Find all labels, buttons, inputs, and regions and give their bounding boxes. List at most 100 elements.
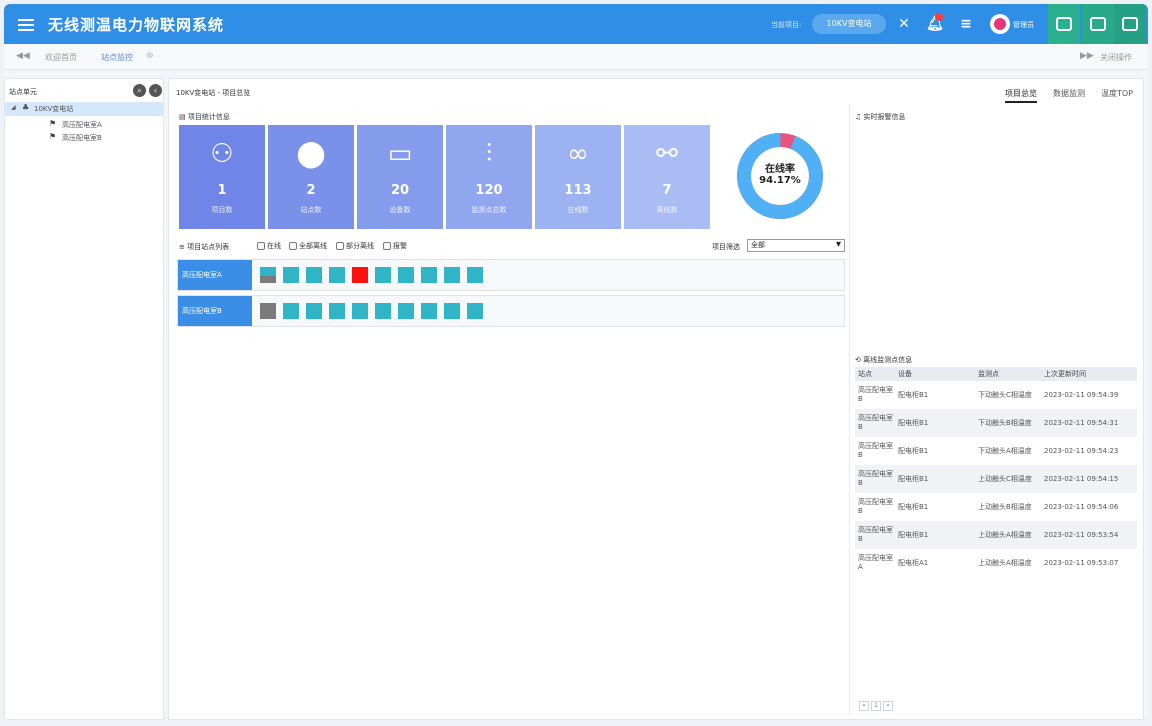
divider: [849, 105, 850, 715]
user-avatar[interactable]: [990, 14, 1010, 34]
table-cell: 下动触头A相温度: [978, 446, 1032, 455]
device-status-block[interactable]: [329, 303, 345, 319]
stat-label: 项目数: [211, 206, 233, 214]
device-status-block[interactable]: [329, 267, 345, 283]
device-status-block[interactable]: [352, 303, 368, 319]
online-rate-value: 94.17%: [759, 175, 801, 186]
table-cell: 配电柜B1: [898, 502, 929, 511]
station-row[interactable]: 高压配电室A: [177, 259, 845, 291]
stat-label: 在线数: [567, 206, 589, 214]
station-name[interactable]: 高压配电室B: [178, 296, 252, 326]
table-row[interactable]: 高压配电室A 配电柜A1 上动触头A相温度 2023-02-11 09:53:07: [855, 549, 1137, 577]
station-row[interactable]: 高压配电室B: [177, 295, 845, 327]
tab-welcome[interactable]: 欢迎首页: [45, 52, 77, 63]
offline-points-title: ⟲ 离线监测点信息: [855, 356, 913, 364]
table-row[interactable]: 高压配电室B 配电柜B1 下动触头C相温度 2023-02-11 09:54:39: [855, 381, 1137, 409]
device-status-block[interactable]: [260, 303, 276, 319]
current-project-selector[interactable]: 10KV变电站: [812, 14, 886, 34]
stat-tile[interactable]: ⫶ 120 监测点总数: [446, 125, 532, 229]
device-status-block[interactable]: [398, 303, 414, 319]
stat-tile[interactable]: ▭ 20 设备数: [357, 125, 443, 229]
search-icon[interactable]: ⌕: [133, 84, 146, 97]
device-status-block[interactable]: [398, 267, 414, 283]
filter-all-offline-checkbox[interactable]: 全部离线: [289, 241, 327, 251]
message-button[interactable]: [1082, 4, 1114, 44]
app-switch-button[interactable]: [1114, 4, 1146, 44]
stat-label: 站点数: [300, 206, 322, 214]
fullscreen-icon[interactable]: ✕: [894, 14, 914, 34]
stat-tile[interactable]: ⬤ 2 站点数: [268, 125, 354, 229]
device-status-block[interactable]: [421, 267, 437, 283]
top-header: 无线测温电力物联网系统 当前项目: 10KV变电站 ✕ 🔔︎ ≡ 管理员: [4, 4, 1148, 44]
tab-scroll-right-icon[interactable]: ▶▶: [1080, 51, 1094, 61]
tree-node-label: 10KV变电站: [34, 105, 74, 113]
device-status-block[interactable]: [283, 267, 299, 283]
table-row[interactable]: 高压配电室B 配电柜B1 上动触头A相温度 2023-02-11 09:53:54: [855, 521, 1137, 549]
table-cell: 高压配电室A: [858, 554, 893, 571]
device-status-block[interactable]: [283, 303, 299, 319]
tree-node-root[interactable]: ◢ ♣ 10KV变电站: [5, 102, 163, 116]
table-cell: 下动触头B相温度: [975, 409, 1041, 437]
filter-alarm-checkbox[interactable]: 报警: [383, 241, 407, 251]
device-status-block[interactable]: [444, 303, 460, 319]
filter-partial-offline-checkbox[interactable]: 部分离线: [336, 241, 374, 251]
device-status-block[interactable]: [444, 267, 460, 283]
device-status-block[interactable]: [421, 303, 437, 319]
sliders-icon: ⫶: [485, 139, 493, 169]
tree-node-child[interactable]: ⚑ 高压配电室A: [5, 119, 163, 131]
table-cell: 上动触头A相温度: [975, 521, 1041, 549]
filter-online-checkbox[interactable]: 在线: [257, 241, 281, 251]
device-status-block[interactable]: [306, 303, 322, 319]
admin-name[interactable]: 管理员: [1013, 20, 1034, 30]
expand-arrow-icon[interactable]: ◢: [11, 104, 16, 111]
tab-project-overview[interactable]: 项目总览: [1005, 88, 1037, 103]
stat-value: 113: [564, 183, 592, 198]
stat-label: 监测点总数: [471, 206, 507, 214]
tab-temperature-top[interactable]: 温度TOP: [1101, 88, 1133, 99]
tab-station-monitor[interactable]: 站点监控: [101, 52, 133, 63]
menu-toggle-icon[interactable]: [18, 16, 34, 32]
screen-view-button[interactable]: [1048, 4, 1080, 44]
tab-scroll-left-icon[interactable]: ◀◀: [16, 51, 30, 61]
device-status-block[interactable]: [352, 267, 368, 283]
page-next-button[interactable]: »: [883, 701, 893, 711]
chat-icon: [1090, 17, 1106, 31]
station-name[interactable]: 高压配电室A: [178, 260, 252, 290]
device-status-block[interactable]: [467, 267, 483, 283]
column-header: 站点: [855, 367, 895, 381]
notification-bell-icon[interactable]: 🔔︎: [925, 13, 945, 34]
tab-data-monitor[interactable]: 数据监测: [1053, 88, 1085, 99]
tree-node-child[interactable]: ⚑ 高压配电室B: [5, 132, 163, 144]
offline-points-table: 站点 设备 监测点 上次更新时间 高压配电室B 配电柜B1 下动触头C相温度 2023…: [855, 367, 1137, 577]
device-status-block[interactable]: [467, 303, 483, 319]
stat-tile[interactable]: ∞ 113 在线数: [535, 125, 621, 229]
app-window: 无线测温电力物联网系统 当前项目: 10KV变电站 ✕ 🔔︎ ≡ 管理员 ◀◀ …: [4, 4, 1148, 720]
location-pin-icon: ⬤: [296, 139, 326, 169]
tree-node-label: 高压配电室A: [62, 121, 102, 129]
main-content: 10KV变电站 - 项目总览 项目总览 数据监测 温度TOP ▤ 项目统计信息 …: [168, 78, 1144, 720]
close-operations-button[interactable]: 关闭操作: [1100, 52, 1132, 63]
collapse-left-icon[interactable]: ‹: [149, 84, 162, 97]
device-status-block[interactable]: [260, 267, 276, 283]
device-status-block[interactable]: [306, 267, 322, 283]
sitemap-icon: ♣: [22, 103, 30, 112]
device-status-block[interactable]: [375, 267, 391, 283]
page-prev-button[interactable]: «: [859, 701, 869, 711]
pagination: « 1 »: [859, 701, 893, 711]
table-row[interactable]: 高压配电室B 配电柜B1 上动触头B相温度 2023-02-11 09:54:06: [855, 493, 1137, 521]
stat-tile[interactable]: ⚯ 7 离线数: [624, 125, 710, 229]
monitor-icon: [1056, 17, 1072, 31]
table-cell: 高压配电室B: [858, 386, 893, 403]
list-menu-icon[interactable]: ≡: [956, 14, 976, 34]
table-row[interactable]: 高压配电室B 配电柜B1 下动触头A相温度 2023-02-11 09:54:23: [855, 437, 1137, 465]
table-row[interactable]: 高压配电室B 配电柜B1 上动触头C相温度 2023-02-11 09:54:15: [855, 465, 1137, 493]
project-filter-select[interactable]: 全部: [747, 239, 845, 252]
tab-close-icon[interactable]: ⊗: [146, 51, 154, 61]
stat-tile[interactable]: ⚇ 1 项目数: [179, 125, 265, 229]
table-cell: 2023-02-11 09:53:54: [1041, 521, 1137, 549]
station-list-title: ≡ 项目站点列表: [179, 243, 230, 251]
table-cell: 配电柜B1: [898, 390, 929, 399]
device-status-block[interactable]: [375, 303, 391, 319]
table-row[interactable]: 高压配电室B 配电柜B1 下动触头B相温度 2023-02-11 09:54:31: [855, 409, 1137, 437]
page-number-button[interactable]: 1: [871, 701, 881, 711]
